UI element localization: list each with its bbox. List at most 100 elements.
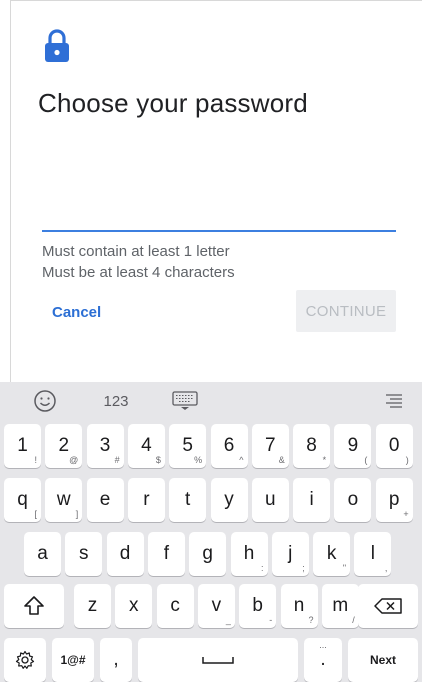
- key-label: z: [87, 595, 98, 616]
- key-s[interactable]: s: [65, 532, 103, 576]
- key-k[interactable]: k ": [313, 532, 351, 576]
- key-5[interactable]: 5%: [169, 424, 207, 468]
- key-sublabel: ;: [302, 563, 305, 573]
- key-label: i: [309, 489, 314, 510]
- key-sublabel: !: [34, 455, 37, 465]
- keyboard: 123 1! 2 @3 #4 $5% 6 ^ 7 & 8 * 9(0) q[w] e r t y u i o p + a s d…: [0, 382, 422, 682]
- key-t[interactable]: t: [169, 478, 207, 522]
- key-3[interactable]: 3 #: [86, 424, 124, 468]
- key-i[interactable]: i: [293, 478, 331, 522]
- key-sublabel: ,: [384, 563, 388, 573]
- key-q[interactable]: q[: [4, 478, 41, 522]
- key-m[interactable]: m /: [321, 584, 359, 628]
- key-sublabel: ): [405, 455, 409, 465]
- numbers-toggle[interactable]: 123: [98, 382, 134, 420]
- comma-key[interactable]: ,: [100, 638, 132, 682]
- key-j[interactable]: j;: [271, 532, 309, 576]
- key-label: s: [79, 543, 89, 564]
- key-label: e: [99, 489, 111, 510]
- key-z[interactable]: z: [74, 584, 111, 628]
- emoji-icon[interactable]: [30, 382, 60, 420]
- key-0[interactable]: 0): [375, 424, 413, 468]
- key-sublabel: #: [114, 455, 120, 465]
- cancel-button[interactable]: Cancel: [42, 296, 111, 328]
- key-e[interactable]: e: [86, 478, 124, 522]
- key-label: x: [129, 595, 139, 616]
- screen: Choose your password Must contain at lea…: [0, 0, 422, 682]
- key-o[interactable]: o: [334, 478, 372, 522]
- settings-icon: [15, 650, 35, 669]
- key-6[interactable]: 6 ^: [210, 424, 248, 468]
- key-sublabel: ?: [308, 615, 314, 625]
- key-sublabel: (: [364, 455, 368, 465]
- key-f[interactable]: f: [147, 532, 185, 576]
- rule-min-letter: Must contain at least 1 letter: [42, 243, 230, 260]
- continue-button[interactable]: CONTINUE: [296, 290, 396, 332]
- next-key[interactable]: Next: [348, 638, 418, 682]
- key-c[interactable]: c: [156, 584, 194, 628]
- key-label: n: [293, 595, 305, 616]
- key-label: 0: [388, 435, 400, 456]
- key-label: 2: [58, 435, 70, 456]
- key-n[interactable]: n?: [280, 584, 318, 628]
- key-7[interactable]: 7 &: [251, 424, 289, 468]
- key-1[interactable]: 1!: [4, 424, 41, 468]
- key-label: u: [265, 489, 276, 510]
- rule-min-length: Must be at least 4 characters: [42, 264, 235, 281]
- key-label: h: [243, 543, 255, 564]
- settings-key[interactable]: [4, 638, 46, 682]
- key-4[interactable]: 4 $: [127, 424, 165, 468]
- key-8[interactable]: 8 *: [293, 424, 331, 468]
- lock-icon: [45, 29, 69, 62]
- keyboard-icon[interactable]: [170, 382, 200, 420]
- key-sublabel: /: [352, 615, 355, 625]
- key-label: c: [170, 595, 180, 616]
- key-p[interactable]: p +: [375, 478, 413, 522]
- key-label: p: [388, 489, 400, 510]
- space-key[interactable]: [138, 638, 298, 682]
- key-b[interactable]: b-: [239, 584, 277, 628]
- key-label: j: [288, 543, 293, 564]
- key-sublabel: $: [155, 455, 161, 465]
- password-input[interactable]: [42, 196, 396, 232]
- key-2[interactable]: 2 @: [45, 424, 83, 468]
- key-label: f: [163, 543, 170, 564]
- key-label: r: [143, 489, 150, 510]
- key-sublabel: &: [278, 455, 285, 465]
- key-9[interactable]: 9(: [334, 424, 372, 468]
- key-l[interactable]: l,: [354, 532, 392, 576]
- key-r[interactable]: r: [127, 478, 165, 522]
- key-sublabel: -: [269, 615, 273, 625]
- key-g[interactable]: g: [189, 532, 227, 576]
- key-sublabel: :: [260, 563, 264, 573]
- key-label: v: [211, 595, 222, 616]
- key-sublabel: *: [322, 455, 327, 465]
- key-label: y: [224, 489, 234, 510]
- key-w[interactable]: w]: [45, 478, 83, 522]
- shift-key[interactable]: [4, 584, 64, 628]
- backspace-icon: [374, 598, 402, 614]
- key-label: b: [252, 595, 263, 616]
- key-d[interactable]: d: [106, 532, 144, 576]
- key-sublabel: [: [34, 509, 37, 519]
- page-title: Choose your password: [38, 88, 308, 118]
- key-sublabel: ": [342, 563, 347, 573]
- period-label: .: [320, 649, 326, 670]
- key-label: o: [347, 489, 359, 510]
- key-label: k: [326, 543, 337, 564]
- period-sub: ...: [319, 640, 327, 650]
- symbols-key[interactable]: 1@#: [52, 638, 94, 682]
- shift-icon: [24, 596, 44, 615]
- key-v[interactable]: v _: [197, 584, 235, 628]
- key-label: q: [17, 489, 28, 510]
- key-u[interactable]: u: [251, 478, 289, 522]
- key-a[interactable]: a: [24, 532, 61, 576]
- period-key[interactable]: . ...: [304, 638, 342, 682]
- menu-icon[interactable]: [380, 382, 408, 420]
- key-y[interactable]: y: [210, 478, 248, 522]
- key-x[interactable]: x: [115, 584, 153, 628]
- backspace-key[interactable]: [358, 584, 418, 628]
- key-label: 3: [99, 435, 111, 456]
- key-label: 5: [182, 435, 193, 456]
- key-h[interactable]: h:: [230, 532, 268, 576]
